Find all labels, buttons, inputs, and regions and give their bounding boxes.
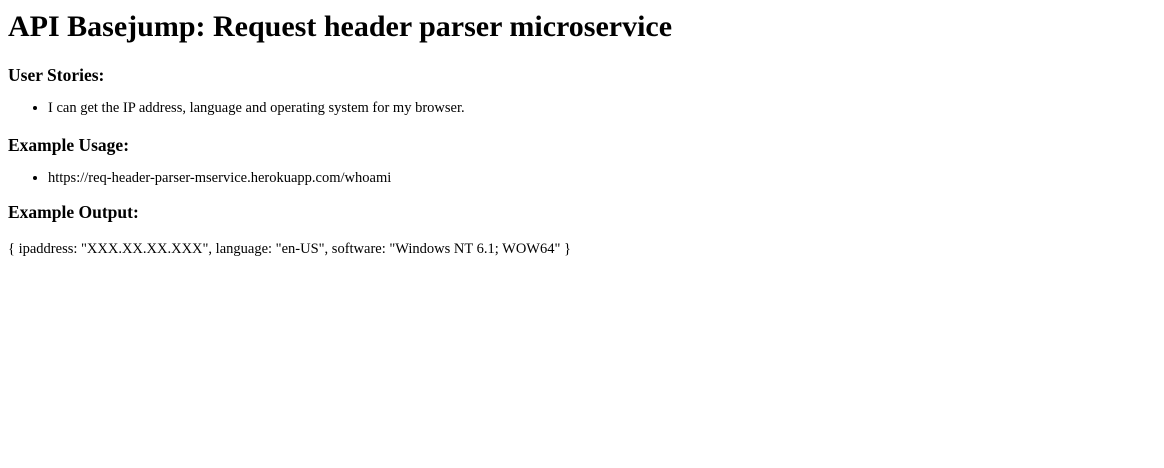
example-usage-heading: Example Usage:	[8, 135, 130, 155]
user-stories-heading: User Stories:	[8, 65, 105, 85]
example-output-text: { ipaddress: "XXX.XX.XX.XXX", language: …	[8, 241, 571, 257]
page-title: API Basejump: Request header parser micr…	[8, 10, 673, 43]
example-usage-list: https://req-header-parser-mservice.herok…	[8, 168, 1156, 188]
example-usage-url: https://req-header-parser-mservice.herok…	[48, 168, 1156, 188]
user-story-item: I can get the IP address, language and o…	[48, 98, 1156, 118]
user-stories-list: I can get the IP address, language and o…	[8, 98, 1156, 118]
example-output-heading: Example Output:	[8, 202, 139, 222]
page-content: API Basejump: Request header parser micr…	[0, 10, 1164, 259]
